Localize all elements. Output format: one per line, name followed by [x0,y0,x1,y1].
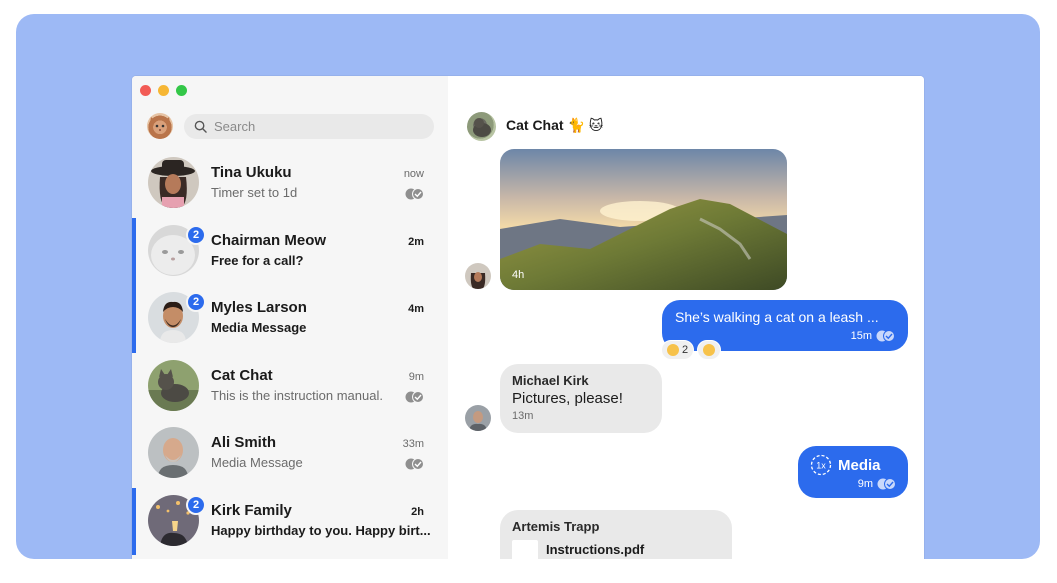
message-meta: 9m [810,478,896,490]
message-time: 4h [512,269,525,281]
reaction-laugh[interactable]: 2 [661,340,695,360]
reaction-surprised[interactable] [697,340,722,360]
message-time: 15m [850,330,872,342]
backdrop: Tina Ukuku Timer set to 1d now [16,14,1040,559]
conversation-time: 2h [411,505,424,518]
sender-avatar [465,405,491,431]
chat-avatar[interactable] [467,112,496,141]
conversation-item[interactable]: 2 Chairman Meow Free for a call? 2m [132,217,448,286]
minimize-window-button[interactable] [158,85,169,96]
read-receipt-icon [877,478,896,490]
close-window-button[interactable] [140,85,151,96]
conversation-name: Cat Chat [211,366,273,384]
delivered-icon [405,458,424,470]
delivered-icon [405,188,424,200]
zoom-window-button[interactable] [176,85,187,96]
avatar [148,427,199,478]
avatar [148,157,199,208]
conversation-snippet: This is the instruction manual. [211,387,383,403]
conversation-item[interactable]: Ali Smith Media Message 33m [132,420,448,488]
message-text: Pictures, please! [512,390,623,407]
mountain-photo [500,149,787,290]
incoming-file-message[interactable]: Artemis Trapp PDF Instructions.pdf [500,510,732,559]
svg-text:1x: 1x [816,461,826,471]
pdf-file-icon: PDF [512,540,538,559]
chat-panel: Cat Chat 🐈 🐱 4h She’s walking a cat on a… [448,76,924,559]
unread-badge: 2 [186,494,206,515]
read-receipt-icon [876,330,895,342]
conversation-name: Tina Ukuku [211,164,292,181]
conversation-item[interactable]: Cat Chat This is the instruction manual.… [132,353,448,421]
delivered-icon [405,390,424,403]
conversation-list: Tina Ukuku Timer set to 1d now 2 Chairma… [132,150,448,555]
conversation-item[interactable]: 2 Kirk Family Happy birthday to you. Hap… [132,487,448,556]
conversation-name: Myles Larson [211,299,307,316]
file-name: Instructions.pdf [546,541,645,557]
file-attachment[interactable]: PDF Instructions.pdf [512,540,720,559]
conversation-name: Kirk Family [211,501,292,519]
sender-avatar [465,263,491,289]
media-row: 1x Media [810,454,896,476]
avatar [148,359,199,411]
view-once-icon: 1x [810,454,832,476]
reactions[interactable]: 2 [661,340,722,360]
conversation-name: Chairman Meow [211,231,327,249]
laughing-emoji-icon [667,344,679,356]
search-icon [194,120,207,133]
search-input[interactable] [214,119,414,134]
reaction-count: 2 [682,344,689,356]
message-time: 13m [512,410,534,422]
conversation-name: Ali Smith [211,434,277,451]
my-profile-avatar[interactable] [147,113,173,139]
unread-badge: 2 [186,224,206,245]
conversation-snippet: Happy birthday to you. Happy birt... [211,522,431,538]
message-text: Media [838,456,881,474]
sidebar: Tina Ukuku Timer set to 1d now [132,76,448,559]
incoming-message[interactable]: Michael Kirk Pictures, please! 13m [500,364,662,433]
conversation-snippet: Media Message [211,320,307,335]
message-time: 9m [857,478,873,490]
message-sender: Artemis Trapp [512,519,600,534]
conversation-time: 2m [408,235,424,248]
unread-badge: 2 [186,292,206,312]
conversation-time: 33m [402,438,424,450]
photo-message[interactable]: 4h [500,149,787,290]
app-window: Tina Ukuku Timer set to 1d now [132,76,924,559]
cat-face-icon [150,117,170,131]
message-text: She’s walking a cat on a leash ... [675,309,879,325]
view-once-media-message[interactable]: 1x Media 9m [798,446,908,498]
conversation-snippet: Timer set to 1d [211,185,298,200]
search-bar[interactable] [184,114,434,139]
conversation-time: 4m [408,303,424,315]
conversation-item[interactable]: 2 Myles Larson Media Message 4m [132,285,448,353]
conversation-item[interactable]: Tina Ukuku Timer set to 1d now [132,150,448,218]
conversation-time: 9m [408,370,424,383]
conversation-snippet: Free for a call? [211,252,304,268]
conversation-time: now [403,168,424,180]
message-sender: Michael Kirk [512,373,589,388]
window-controls [140,85,187,96]
surprised-emoji-icon [703,344,716,356]
chat-title[interactable]: Cat Chat 🐈 🐱 [506,117,603,134]
conversation-snippet: Media Message [211,455,303,470]
